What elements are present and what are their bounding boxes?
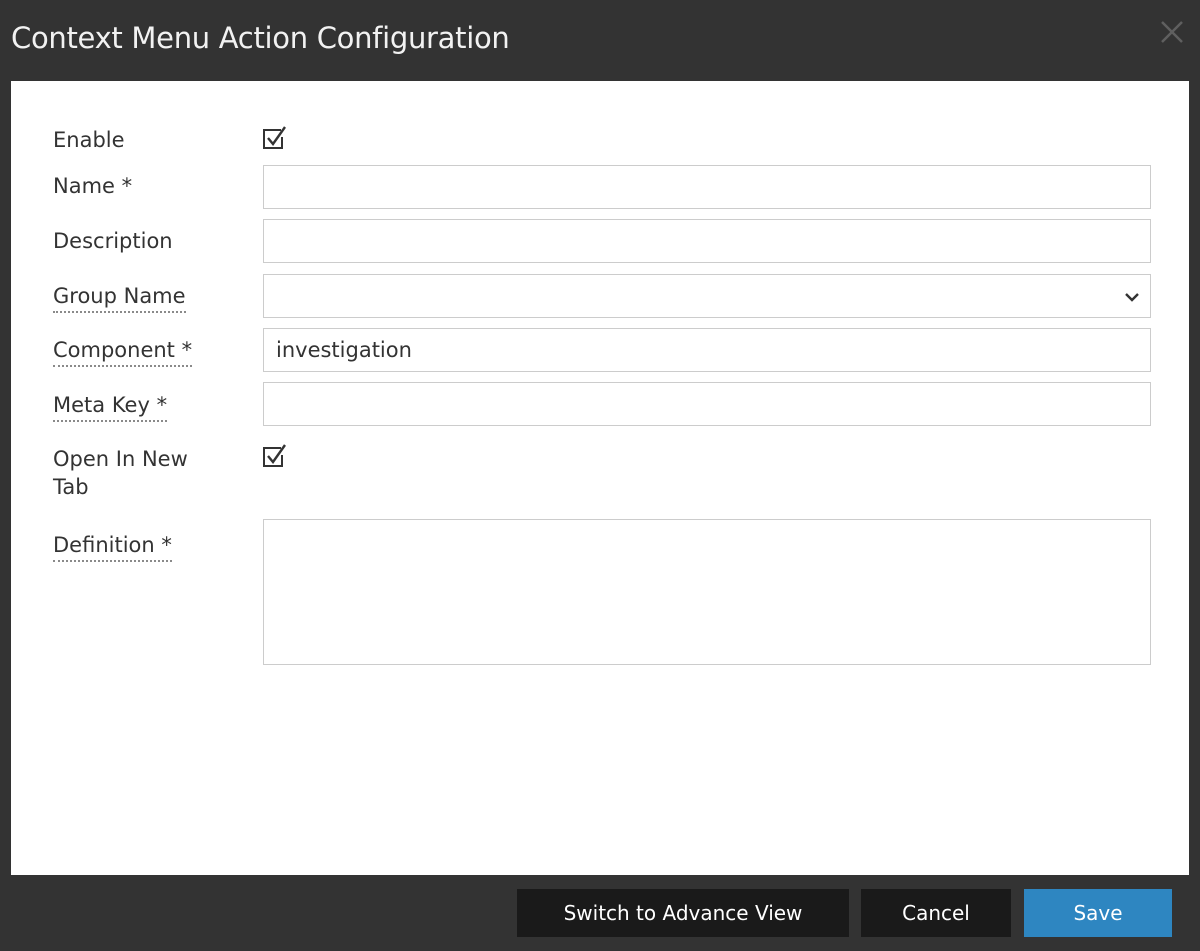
enable-checkbox[interactable] [261,125,287,151]
open-in-new-tab-checkbox[interactable] [261,443,287,469]
name-input[interactable] [263,165,1151,209]
chevron-down-icon [1125,293,1139,302]
group-name-label: Group Name [53,282,186,313]
enable-label: Enable [53,128,125,152]
dialog-title: Context Menu Action Configuration [11,21,510,55]
name-label: Name * [53,174,133,198]
description-input[interactable] [263,219,1151,263]
context-menu-action-dialog: Context Menu Action Configuration Enable… [0,0,1200,951]
cancel-button[interactable]: Cancel [861,889,1011,937]
dialog-titlebar: Context Menu Action Configuration [0,0,1200,80]
definition-textarea[interactable] [263,519,1151,665]
checkmark-icon [263,444,286,467]
switch-to-advance-view-button[interactable]: Switch to Advance View [517,889,849,937]
definition-label: Definition * [53,531,172,562]
form-panel: Enable Name * Description Group Name Com… [11,81,1189,875]
group-name-select[interactable] [263,274,1151,318]
checkmark-icon [263,126,286,149]
meta-key-input[interactable] [263,382,1151,426]
component-input[interactable] [263,328,1151,372]
meta-key-label: Meta Key * [53,391,168,422]
open-in-new-tab-label-line1: Open In New [53,447,188,471]
dialog-footer: Switch to Advance View Cancel Save [0,875,1200,951]
close-icon[interactable] [1154,14,1190,50]
description-label: Description [53,229,173,253]
open-in-new-tab-label-line2: Tab [53,475,89,499]
component-label: Component * [53,336,193,367]
open-in-new-tab-label: Open In New Tab [53,445,188,501]
save-button[interactable]: Save [1024,889,1172,937]
